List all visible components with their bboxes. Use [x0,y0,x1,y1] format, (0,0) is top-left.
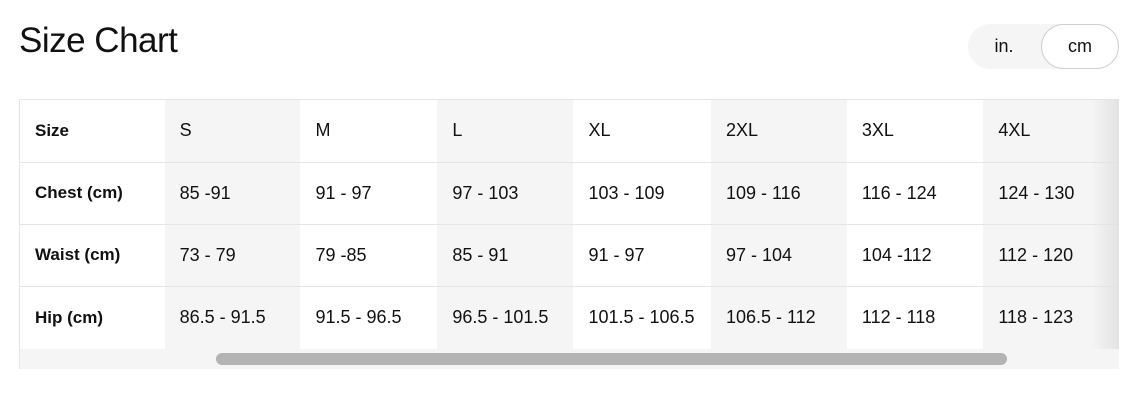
table-cell: 97 - 103 [437,162,574,225]
table-cell: 124 - 130 [983,162,1119,225]
size-table-scroll-container[interactable]: Size S M L XL 2XL 3XL 4XL Chest (cm) 85 … [19,99,1119,369]
table-cell: M [300,100,438,163]
table-cell: S [164,100,301,163]
table-cell: 112 - 118 [846,286,984,350]
horizontal-scrollbar-thumb[interactable] [216,353,1007,365]
table-cell: 109 - 116 [710,162,847,225]
table-cell: 91 - 97 [573,224,711,287]
table-cell: 79 -85 [300,224,438,287]
table-cell: 116 - 124 [846,162,984,225]
table-cell: L [437,100,574,163]
table-cell: 86.5 - 91.5 [164,286,301,350]
row-header-size: Size [20,100,165,163]
table-cell: 2XL [710,100,847,163]
table-cell: 106.5 - 112 [710,286,847,350]
table-cell: 85 - 91 [437,224,574,287]
table-cell: 73 - 79 [164,224,301,287]
table-cell: 112 - 120 [983,224,1119,287]
table-cell: XL [573,100,711,163]
table-cell: 104 -112 [846,224,984,287]
row-header-chest: Chest (cm) [20,162,165,225]
table-row-hip: Hip (cm) 86.5 - 91.5 91.5 - 96.5 96.5 - … [20,286,1119,350]
unit-toggle: in. cm [968,24,1119,69]
table-row-waist: Waist (cm) 73 - 79 79 -85 85 - 91 91 - 9… [20,224,1119,287]
table-cell: 97 - 104 [710,224,847,287]
table-cell: 3XL [846,100,984,163]
table-row-size: Size S M L XL 2XL 3XL 4XL [20,100,1119,163]
size-table: Size S M L XL 2XL 3XL 4XL Chest (cm) 85 … [20,100,1119,350]
table-cell: 85 -91 [164,162,301,225]
table-row-chest: Chest (cm) 85 -91 91 - 97 97 - 103 103 -… [20,162,1119,225]
table-cell: 91 - 97 [300,162,438,225]
horizontal-scrollbar-track[interactable] [20,349,1119,369]
table-cell: 101.5 - 106.5 [573,286,711,350]
table-cell: 118 - 123 [983,286,1119,350]
table-cell: 91.5 - 96.5 [300,286,438,350]
table-cell: 96.5 - 101.5 [437,286,574,350]
table-cell: 4XL [983,100,1119,163]
size-chart-page: Size Chart in. cm Size S M L XL 2XL 3XL … [0,0,1136,402]
row-header-hip: Hip (cm) [20,286,165,350]
table-cell: 103 - 109 [573,162,711,225]
unit-option-centimeters[interactable]: cm [1041,24,1119,69]
unit-option-inches[interactable]: in. [968,24,1040,69]
row-header-waist: Waist (cm) [20,224,165,287]
page-title: Size Chart [19,21,178,60]
